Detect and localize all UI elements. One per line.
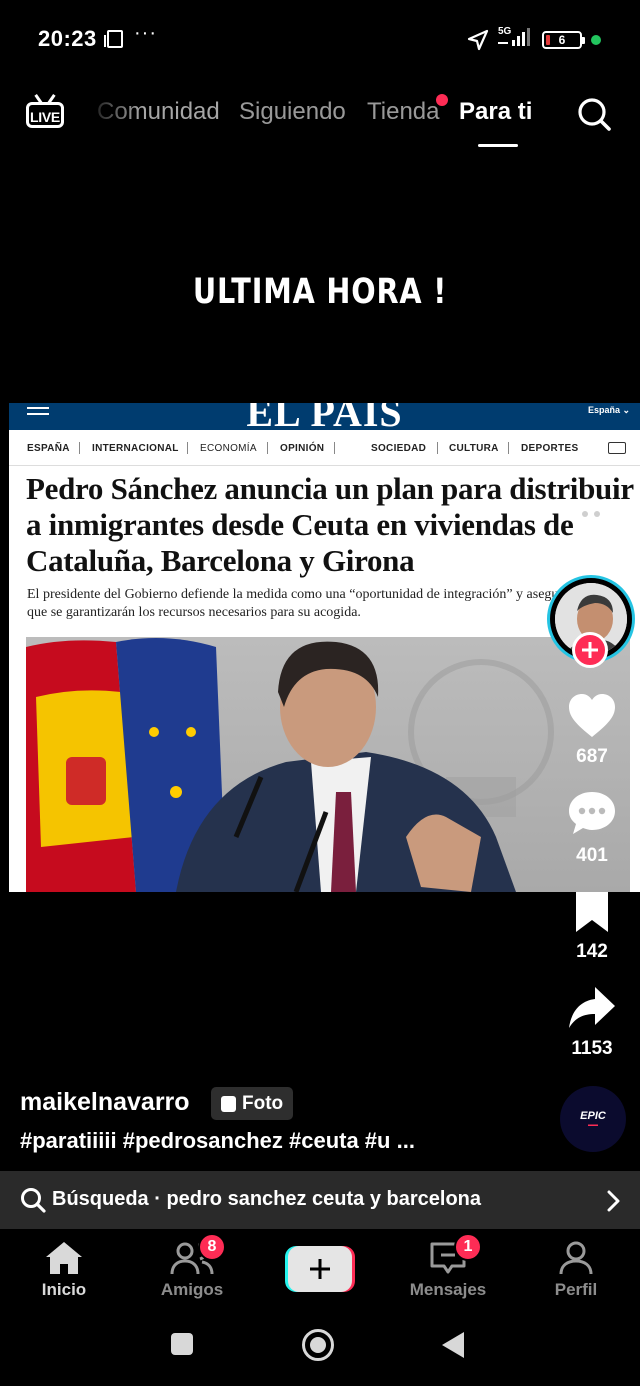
comment-icon xyxy=(569,792,615,834)
section-label: SOCIEDAD xyxy=(371,443,427,454)
newspaper-masthead: EL PAÍS España ⌄ xyxy=(9,403,640,435)
more-notifications-icon: ··· xyxy=(134,22,157,44)
comment-count: 401 xyxy=(576,845,608,866)
save-count: 142 xyxy=(576,941,608,962)
newspaper-sections: ESPAÑA INTERNACIONAL ECONOMÍA OPINIÓN SO… xyxy=(9,430,640,466)
share-arrow-icon xyxy=(569,987,615,1028)
music-disc-label: EPIC xyxy=(580,1110,606,1122)
article-photo xyxy=(26,637,630,892)
bottom-nav: Inicio 8 Amigos 1 Mensajes Perfil xyxy=(0,1230,640,1308)
section-label: ESPAÑA xyxy=(27,443,70,454)
article-subtitle: El presidente del Gobierno defiende la m… xyxy=(27,587,570,620)
home-icon xyxy=(46,1242,82,1274)
search-icon[interactable] xyxy=(576,96,612,132)
notification-dot xyxy=(435,94,448,106)
section-label: DEPORTES xyxy=(521,443,579,454)
status-bar: 20:23 ··· 5G 6 xyxy=(0,0,640,82)
section-label: OPINIÓN xyxy=(280,443,325,454)
save-button[interactable]: 142 xyxy=(556,890,628,963)
top-nav: LIVE Comunidad Siguiendo Tienda Para ti xyxy=(0,82,640,152)
search-suggestion-text: Búsqueda · pedro sanchez ceuta y barcelo… xyxy=(52,1188,482,1210)
post-caption[interactable]: #paratiiiii #pedrosanchez #ceuta #u ... xyxy=(20,1128,415,1154)
create-button[interactable] xyxy=(285,1246,355,1292)
tab-tienda-label: Tienda xyxy=(367,98,440,125)
section-label: CULTURA xyxy=(449,443,499,454)
share-count: 1153 xyxy=(571,1038,613,1059)
newspaper-image[interactable]: EL PAÍS España ⌄ ESPAÑA INTERNACIONAL EC… xyxy=(9,403,640,892)
screenshot-icon xyxy=(104,30,123,48)
article-title: Pedro Sánchez anuncia un plan para distr… xyxy=(26,471,634,578)
recent-apps-button[interactable] xyxy=(171,1333,193,1355)
section-label: ECONOMÍA xyxy=(200,443,257,454)
follow-button[interactable] xyxy=(572,632,608,668)
video-headline: ULTIMA HORA ! xyxy=(192,272,448,312)
like-button[interactable]: 687 xyxy=(556,693,628,768)
nav-perfil[interactable]: Perfil xyxy=(526,1238,626,1300)
section-label: INTERNACIONAL xyxy=(92,443,179,454)
battery-icon: 6 xyxy=(542,31,585,49)
tab-siguiendo[interactable]: Siguiendo xyxy=(239,98,346,126)
music-disc-button[interactable]: EPIC ▬▬ xyxy=(560,1086,626,1152)
plus-icon xyxy=(288,1246,352,1292)
privacy-indicator-dot xyxy=(591,35,601,45)
article-photo-illustration xyxy=(26,638,554,892)
nav-perfil-label: Perfil xyxy=(554,1280,598,1299)
photo-badge-label: Foto xyxy=(242,1092,284,1114)
author-name[interactable]: maikelnavarro xyxy=(20,1088,190,1117)
nav-amigos-label: Amigos xyxy=(160,1280,224,1299)
share-button[interactable]: 1153 xyxy=(556,985,628,1060)
heart-icon xyxy=(569,694,615,737)
nav-inicio[interactable]: Inicio xyxy=(14,1238,114,1300)
signal-icon: 5G xyxy=(496,26,536,55)
live-label: LIVE xyxy=(30,109,60,125)
active-tab-indicator xyxy=(478,144,518,147)
network-type: 5G xyxy=(498,26,512,37)
tab-comunidad[interactable]: Comunidad xyxy=(97,98,220,126)
location-icon xyxy=(467,29,489,51)
search-icon xyxy=(21,1188,46,1213)
nav-mensajes[interactable]: 1 Mensajes xyxy=(398,1233,498,1300)
messages-badge: 1 xyxy=(454,1233,482,1261)
battery-level: 6 xyxy=(558,33,566,47)
tab-para-ti[interactable]: Para ti xyxy=(459,98,532,126)
effect-icon[interactable] xyxy=(569,494,613,538)
tab-tienda[interactable]: Tienda xyxy=(367,94,448,126)
photo-type-badge: Foto xyxy=(211,1087,294,1120)
nav-inicio-label: Inicio xyxy=(41,1280,87,1299)
profile-icon xyxy=(559,1241,593,1275)
nav-amigos[interactable]: 8 Amigos xyxy=(142,1233,242,1300)
photo-icon xyxy=(221,1095,236,1112)
comment-button[interactable]: 401 xyxy=(556,790,628,867)
chevron-right-icon xyxy=(607,1190,620,1212)
home-button[interactable] xyxy=(302,1329,334,1361)
nav-mensajes-label: Mensajes xyxy=(409,1280,487,1299)
live-button[interactable]: LIVE xyxy=(24,94,68,134)
newspaper-reader-icon xyxy=(608,442,626,454)
bookmark-icon xyxy=(576,892,608,932)
friends-badge: 8 xyxy=(198,1233,226,1261)
system-nav-bar xyxy=(0,1308,640,1386)
like-count: 687 xyxy=(576,746,608,767)
search-suggestion-bar[interactable]: Búsqueda · pedro sanchez ceuta y barcelo… xyxy=(0,1171,640,1229)
newspaper-region: España ⌄ xyxy=(587,405,630,415)
back-button[interactable] xyxy=(442,1332,464,1358)
status-time: 20:23 xyxy=(38,26,97,51)
